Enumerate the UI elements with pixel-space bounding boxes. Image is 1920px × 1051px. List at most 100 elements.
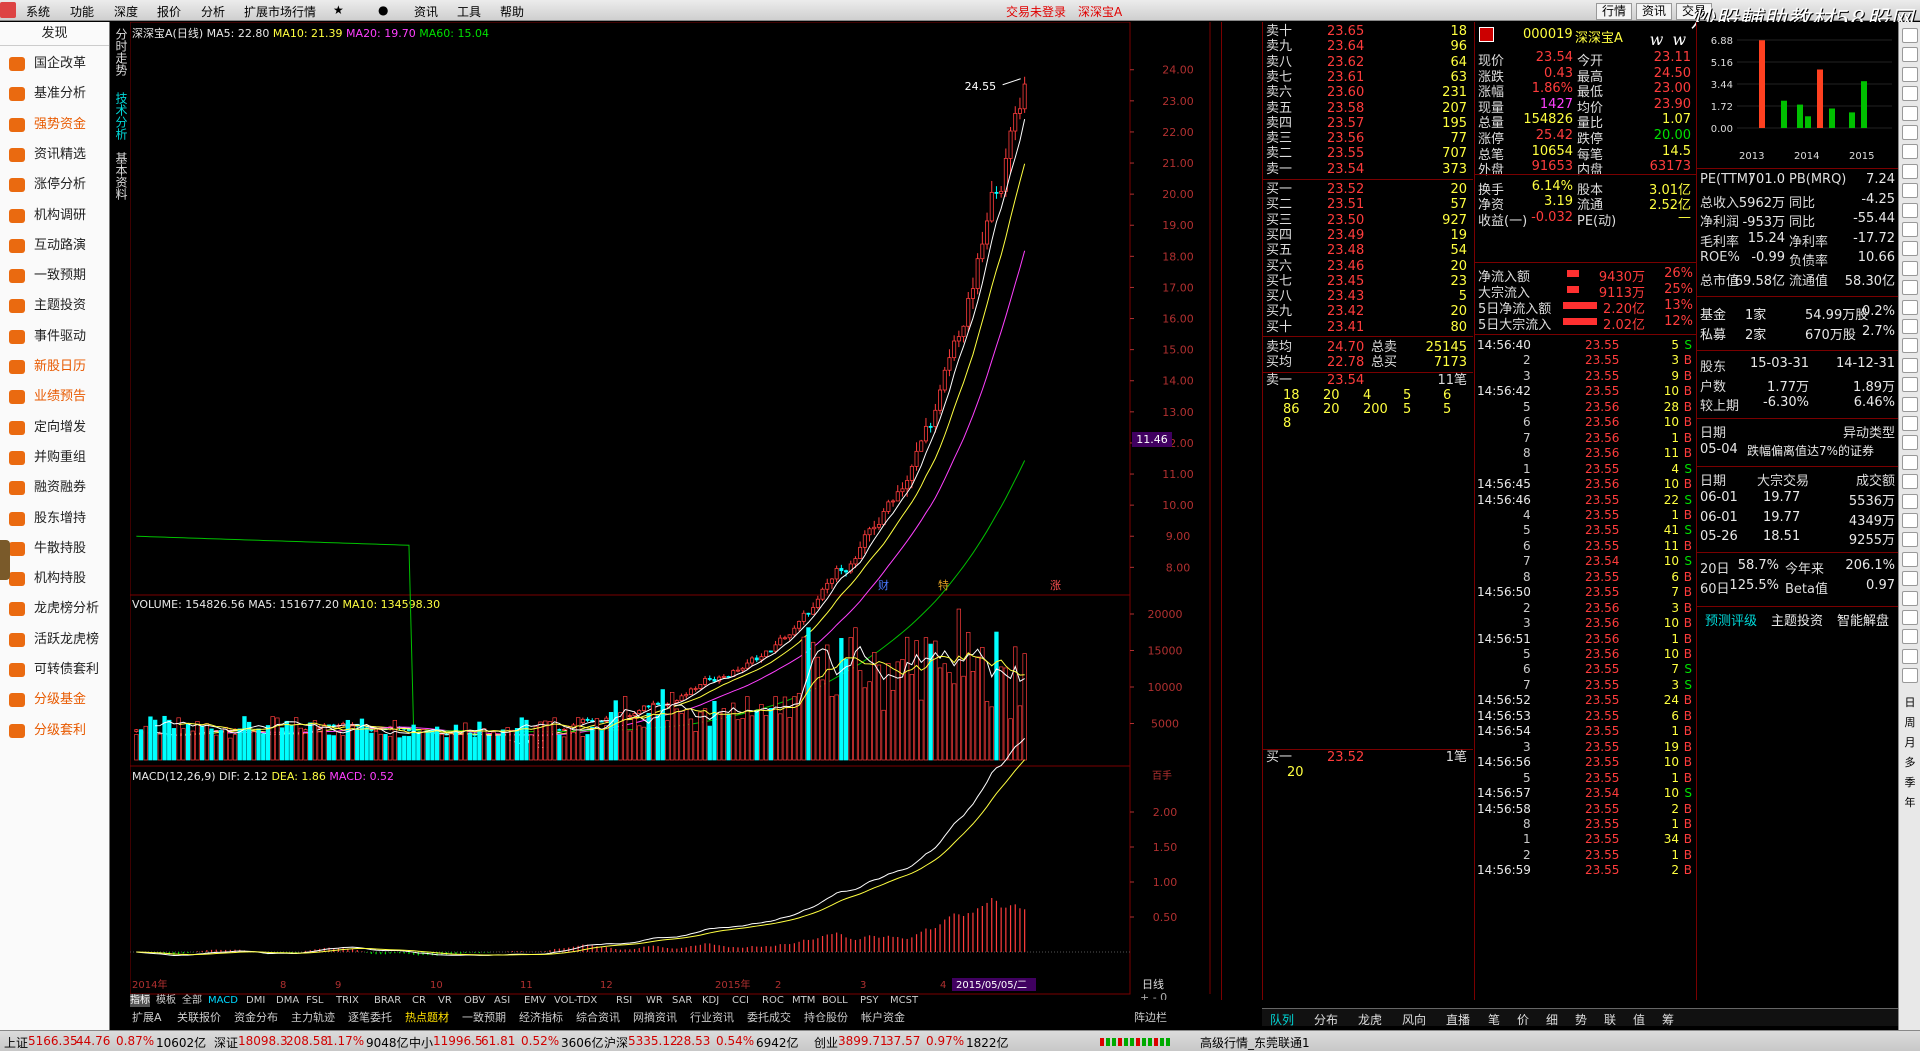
indicator-tab[interactable]: DMI (246, 994, 265, 1007)
quote-tab[interactable]: 筹 (1662, 1011, 1674, 1028)
quote-tab[interactable]: 分布 (1314, 1011, 1338, 1028)
tool-icon[interactable] (1902, 648, 1918, 664)
tool-icon[interactable] (1902, 513, 1918, 528)
tool-icon[interactable] (1902, 454, 1918, 470)
index-label[interactable]: 中小 (409, 1034, 433, 1051)
menu-analysis[interactable]: 分析 (201, 3, 225, 20)
sidebar-item[interactable]: 资讯精选 (0, 140, 110, 170)
tool-icon[interactable] (1902, 610, 1918, 625)
sidebar-collapse-handle[interactable] (0, 540, 10, 580)
bottom-tab[interactable]: 关联报价 (175, 1010, 223, 1025)
ask-row[interactable]: 卖二 23.55 707 (1263, 146, 1473, 161)
server-status[interactable]: 高级行情_东莞联通1 (1200, 1034, 1310, 1051)
quote-tab[interactable]: 值 (1633, 1011, 1645, 1028)
sidebar-item[interactable]: 一致预期 (0, 261, 110, 291)
tool-icon[interactable] (1902, 241, 1918, 257)
indicator-tab[interactable]: CR (412, 994, 426, 1007)
bottom-tab[interactable]: 资金分布 (232, 1010, 280, 1025)
indicator-tab[interactable]: VOL-TDX (554, 994, 597, 1007)
tool-icon[interactable] (1902, 222, 1918, 237)
sidebar-item[interactable]: 活跃龙虎榜 (0, 625, 110, 655)
sidebar-item[interactable]: 国企改革 (0, 49, 110, 79)
tool-icon[interactable] (1902, 260, 1918, 276)
menu-system[interactable]: 系统 (26, 3, 50, 20)
tool-icon[interactable] (1902, 377, 1918, 393)
menu-help[interactable]: 帮助 (500, 3, 524, 20)
tool-icon[interactable] (1902, 571, 1918, 587)
fin-link[interactable]: 主题投资 (1771, 610, 1823, 629)
ask-row[interactable]: 卖九 23.64 96 (1263, 39, 1473, 54)
indicator-tab[interactable]: BRAR (374, 994, 401, 1007)
tool-icon[interactable] (1902, 202, 1918, 218)
indicator-tab[interactable]: MCST (890, 994, 918, 1007)
tool-icon[interactable] (1902, 125, 1918, 140)
sidebar-item[interactable]: 事件驱动 (0, 322, 110, 352)
sidebar-item[interactable]: 定向增发 (0, 413, 110, 443)
fin-link[interactable]: 智能解盘 (1837, 610, 1889, 629)
tool-icon[interactable] (1902, 86, 1918, 102)
sidebar-item[interactable]: 分级套利 (0, 716, 110, 746)
quote-tab[interactable]: 队列 (1270, 1011, 1294, 1028)
tool-icon[interactable] (1902, 357, 1918, 373)
indicator-tab[interactable]: PSY (860, 994, 879, 1007)
tool-icon[interactable] (1902, 396, 1918, 412)
quote-tab[interactable]: 直播 (1446, 1011, 1470, 1028)
menu-extended-market[interactable]: 扩展市场行情 (244, 3, 316, 20)
index-label[interactable]: 深证 (214, 1034, 238, 1051)
indicator-tab[interactable]: ROC (762, 994, 784, 1007)
menu-news[interactable]: 资讯 (414, 3, 438, 20)
sidebar-item[interactable]: 机构调研 (0, 201, 110, 231)
bid-row[interactable]: 买六 23.46 20 (1263, 259, 1473, 274)
ask-row[interactable]: 卖八 23.62 64 (1263, 55, 1473, 70)
indicator-tab[interactable]: CCI (732, 994, 749, 1007)
dot-icon[interactable]: ● (378, 3, 388, 17)
tool-icon[interactable] (1902, 66, 1918, 82)
indicator-tab[interactable]: BOLL (822, 994, 848, 1007)
bid-row[interactable]: 买四 23.49 19 (1263, 228, 1473, 243)
tool-icon[interactable] (1902, 532, 1918, 548)
bid-row[interactable]: 买三 23.50 927 (1263, 213, 1473, 228)
indicator-tab[interactable]: MACD (208, 994, 238, 1007)
tab-technical[interactable]: 技术分析 (113, 92, 128, 140)
sidebar-toggle[interactable]: 阵边栏 (1132, 1010, 1169, 1025)
menu-quote[interactable]: 报价 (157, 3, 181, 20)
event-marker[interactable]: 涨 (1050, 579, 1061, 592)
index-label[interactable]: 沪深 (604, 1034, 628, 1051)
bottom-tab[interactable]: 综合资讯 (574, 1010, 622, 1025)
tool-icon[interactable] (1902, 416, 1918, 431)
ask-row[interactable]: 卖一 23.54 373 (1263, 162, 1473, 177)
sidebar-item[interactable]: 新股日历 (0, 352, 110, 382)
tab-intraday[interactable]: 分时走势 (113, 28, 128, 76)
star-icon[interactable]: ★ (333, 3, 344, 17)
sidebar-item[interactable]: 主题投资 (0, 291, 110, 321)
tool-icon[interactable] (1902, 280, 1918, 296)
bottom-tab[interactable]: 热点题材 (403, 1010, 451, 1025)
ask-row[interactable]: 卖七 23.61 63 (1263, 70, 1473, 85)
period-button[interactable]: 周 (1901, 714, 1919, 730)
bid-row[interactable]: 买一 23.52 20 (1263, 182, 1473, 197)
event-marker[interactable]: 财 (878, 578, 889, 592)
bid-row[interactable]: 买二 23.51 57 (1263, 197, 1473, 212)
sidebar-item[interactable]: 互动路演 (0, 231, 110, 261)
period-button[interactable]: 月 (1901, 734, 1919, 750)
bottom-tab[interactable]: 主力轨迹 (289, 1010, 337, 1025)
index-label[interactable]: 上证 (4, 1034, 28, 1051)
bottom-tab[interactable]: 行业资讯 (688, 1010, 736, 1025)
bottom-tab[interactable]: 经济指标 (517, 1010, 565, 1025)
sidebar-item[interactable]: 强势资金 (0, 110, 110, 140)
quote-button[interactable]: 行情 (1596, 3, 1633, 20)
sidebar-item[interactable]: 并购重组 (0, 443, 110, 473)
tool-icon[interactable] (1902, 299, 1918, 315)
fin-link[interactable]: 预测评级 (1705, 610, 1757, 629)
bid-row[interactable]: 买八 23.43 5 (1263, 289, 1473, 304)
indicator-tab[interactable]: EMV (524, 994, 546, 1007)
tool-icon[interactable] (1902, 435, 1918, 451)
index-label[interactable]: 创业 (814, 1034, 838, 1051)
sidebar-item[interactable]: 业绩预告 (0, 382, 110, 412)
ask-row[interactable]: 卖十 23.65 18 (1263, 24, 1473, 39)
tool-icon[interactable] (1902, 551, 1918, 567)
bid-row[interactable]: 买十 23.41 80 (1263, 320, 1473, 335)
tool-icon[interactable] (1902, 105, 1918, 121)
ask-row[interactable]: 卖五 23.58 207 (1263, 101, 1473, 116)
period-button[interactable]: 季 (1901, 774, 1919, 790)
